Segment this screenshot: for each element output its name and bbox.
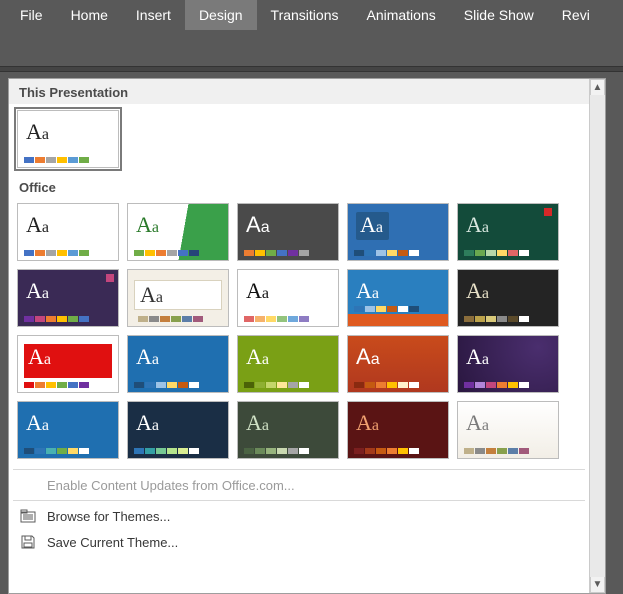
scroll-up-arrow-icon[interactable]: ▲ xyxy=(590,79,605,95)
theme-thumb[interactable]: Aa xyxy=(457,203,559,261)
theme-thumb[interactable]: Aa xyxy=(17,203,119,261)
folder-browse-icon xyxy=(19,509,37,523)
theme-thumb[interactable]: Aa xyxy=(127,269,229,327)
tab-animations[interactable]: Animations xyxy=(352,0,449,30)
menu-label: Save Current Theme... xyxy=(47,535,178,550)
tab-review[interactable]: Revi xyxy=(548,0,604,30)
theme-thumb[interactable]: Aa xyxy=(17,401,119,459)
theme-thumb[interactable]: Aa xyxy=(237,203,339,261)
menu-label: Enable Content Updates from Office.com..… xyxy=(47,478,295,493)
theme-thumb[interactable]: Aa xyxy=(17,269,119,327)
menu-enable-content-updates: Enable Content Updates from Office.com..… xyxy=(9,472,589,498)
theme-thumb[interactable]: Aa xyxy=(237,401,339,459)
theme-thumb[interactable]: Aa xyxy=(237,269,339,327)
tab-insert[interactable]: Insert xyxy=(122,0,185,30)
theme-thumb[interactable]: Aa xyxy=(457,335,559,393)
theme-thumb[interactable]: Aa xyxy=(127,335,229,393)
theme-thumb[interactable]: Aa xyxy=(347,335,449,393)
theme-thumb[interactable]: Aa xyxy=(127,401,229,459)
office-thumbs: Aa Aa Aa Aa Aa xyxy=(9,197,589,467)
tab-transitions[interactable]: Transitions xyxy=(257,0,353,30)
theme-thumb[interactable]: Aa xyxy=(17,335,119,393)
theme-thumb[interactable]: Aa xyxy=(457,401,559,459)
save-icon xyxy=(19,535,37,549)
scroll-down-arrow-icon[interactable]: ▼ xyxy=(590,577,605,593)
theme-thumb[interactable]: Aa xyxy=(347,203,449,261)
tab-slide-show[interactable]: Slide Show xyxy=(450,0,548,30)
theme-thumb[interactable]: Aa xyxy=(347,269,449,327)
theme-thumb[interactable]: Aa xyxy=(457,269,559,327)
themes-scrollbar[interactable]: ▲ ▼ xyxy=(589,79,605,593)
theme-thumb[interactable]: Aa xyxy=(347,401,449,459)
menu-save-current-theme[interactable]: Save Current Theme... xyxy=(9,529,589,555)
section-this-presentation: This Presentation xyxy=(9,79,589,104)
highlight-design-tab xyxy=(0,30,64,66)
menu-separator xyxy=(13,469,585,470)
menu-separator xyxy=(13,500,585,501)
menu-label: Browse for Themes... xyxy=(47,509,170,524)
tab-home[interactable]: Home xyxy=(57,0,122,30)
ribbon: File Home Insert Design Transitions Anim… xyxy=(0,0,623,30)
tab-design[interactable]: Design xyxy=(185,0,257,30)
tab-file[interactable]: File xyxy=(6,0,57,30)
theme-thumb[interactable]: Aa xyxy=(237,335,339,393)
themes-flyout: This Presentation Aa Office Aa Aa xyxy=(8,78,606,594)
theme-thumb[interactable]: Aa xyxy=(17,110,119,168)
section-office: Office xyxy=(9,176,589,197)
ribbon-separator xyxy=(0,66,623,72)
menu-browse-for-themes[interactable]: Browse for Themes... xyxy=(9,503,589,529)
theme-thumb[interactable]: Aa xyxy=(127,203,229,261)
this-presentation-thumbs: Aa xyxy=(9,104,589,176)
